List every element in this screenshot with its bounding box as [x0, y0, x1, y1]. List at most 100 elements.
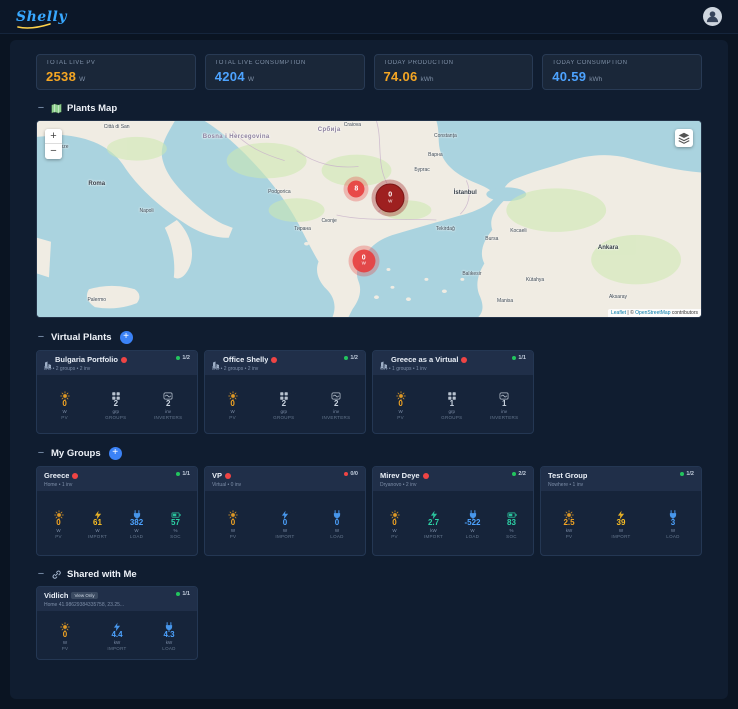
marker-value: W	[361, 260, 366, 266]
marker-value: W	[388, 198, 393, 204]
card-stat-label: PV	[397, 415, 404, 420]
collapse-virtual-plants-button[interactable]: −	[36, 332, 46, 343]
add-group-button[interactable]: +	[108, 447, 122, 460]
leaflet-link[interactable]: Leaflet	[611, 310, 626, 316]
zoom-in-button[interactable]: +	[45, 129, 62, 144]
card-header: Office Shelly BG • 2 groups • 2 inv 1/2	[205, 351, 365, 375]
shared-title: Shared with Me	[67, 569, 137, 580]
my-groups-row: Greece Home • 1 inv 1/1 0 W PV 61 W IMPORT 382 W LO…	[36, 466, 702, 556]
card-stats: 0 W PV 0 W IMPORT 0 W LOAD	[205, 491, 365, 555]
collapse-my-groups-button[interactable]: −	[36, 448, 46, 459]
layers-icon	[678, 132, 690, 144]
virtual-plant-card[interactable]: Greece as a Virtual GR • 1 groups • 1 inv…	[372, 350, 534, 434]
card-header: VP Virtual • 0 inv 0/0	[205, 467, 365, 491]
map-marker[interactable]: 8	[347, 180, 365, 198]
collapse-plants-map-button[interactable]: −	[36, 103, 46, 114]
plants-map-title: Plants Map	[67, 103, 118, 114]
my-groups-header: − My Groups +	[36, 447, 702, 460]
card-stat: 0 W PV	[46, 507, 72, 539]
status-dot	[176, 592, 181, 596]
map-layers-button[interactable]	[675, 129, 693, 147]
status-count: 2/2	[518, 471, 526, 477]
map-icon	[51, 103, 62, 114]
plug-icon	[164, 619, 174, 633]
card-stat: 57% SOC	[163, 507, 189, 539]
group-card[interactable]: VP Virtual • 0 inv 0/0 0 W PV 0 W IMPORT 0 W LOAD	[204, 466, 366, 556]
user-avatar-button[interactable]	[703, 7, 722, 26]
building-icon	[44, 356, 52, 368]
status-indicator: 1/2	[344, 355, 358, 361]
status-indicator: 1/1	[176, 591, 190, 597]
card-stat-label: GROUPS	[273, 415, 295, 420]
status-count: 0/0	[350, 471, 358, 477]
card-stat-label: PV	[229, 534, 237, 539]
card-stat-label: PV	[565, 534, 573, 539]
plants-map[interactable]: Città di SanFirenzeRomaNapoliPalermoBosn…	[36, 120, 702, 318]
inverter-icon	[499, 388, 509, 400]
status-indicator: 1/2	[680, 471, 694, 477]
status-dot	[176, 356, 181, 360]
card-stat: 2.7 kW IMPORT	[421, 507, 447, 539]
card-subtitle: Home 41.98629384335758, 23.25...	[44, 602, 125, 608]
alert-badge	[422, 472, 429, 479]
shared-plant-card[interactable]: Vidlich View Only Home 41.98629384335758, …	[36, 586, 198, 660]
group-card[interactable]: Greece Home • 1 inv 1/1 0 W PV 61 W IMPORT 382 W LO…	[36, 466, 198, 556]
shared-row: Vidlich View Only Home 41.98629384335758, …	[36, 586, 702, 660]
status-indicator: 0/0	[344, 471, 358, 477]
logo-swoosh-icon	[17, 22, 51, 29]
card-stat: 2.5 kW PV	[556, 507, 582, 539]
card-stat-label: PV	[55, 534, 62, 539]
card-title: Greece as a Virtual	[391, 355, 459, 364]
map-marker[interactable]: 0W	[352, 249, 376, 273]
card-stat-label: GROUPS	[105, 415, 127, 420]
card-header: Greece Home • 1 inv 1/1	[37, 467, 197, 491]
card-stat: 4.3 kW LOAD	[156, 619, 182, 651]
status-count: 1/2	[182, 355, 190, 361]
battery-icon	[171, 507, 181, 518]
groups-icon	[279, 388, 289, 400]
status-indicator: 2/2	[512, 471, 526, 477]
card-stat-unit: grp	[280, 409, 288, 414]
battery-icon	[507, 507, 517, 518]
sun-icon	[53, 507, 64, 520]
virtual-plant-card[interactable]: Bulgaria Portfolio BG • 2 groups • 2 inv 1…	[36, 350, 198, 434]
summary-stat-value: 40.59	[552, 69, 587, 84]
card-stat-unit: W	[134, 528, 139, 533]
plants-map-section: − Plants Map Città di San Roma Napoli Pa…	[36, 103, 702, 318]
card-subtitle: Virtual • 0 inv	[212, 482, 242, 488]
card-stat: 382 W LOAD	[124, 507, 150, 539]
summary-stat-card: TODAY CONSUMPTION 40.59 kWh	[542, 54, 702, 90]
bolt-icon	[112, 619, 122, 632]
card-stat-unit: kW	[113, 640, 121, 645]
virtual-plants-header: − Virtual Plants +	[36, 331, 702, 344]
groups-icon	[111, 388, 121, 400]
card-subtitle: BG • 2 groups • 2 inv	[44, 366, 91, 372]
summary-stats-row: TOTAL LIVE PV 2538 W TOTAL LIVE CONSUMPTION…	[36, 54, 702, 90]
sun-icon	[395, 388, 406, 401]
shared-header: − Shared with Me	[36, 569, 702, 581]
card-stat: 0 W PV	[388, 388, 414, 420]
add-virtual-plant-button[interactable]: +	[119, 331, 133, 344]
card-title: Greece	[44, 471, 70, 480]
plug-icon	[132, 507, 142, 521]
summary-stat-label: TODAY PRODUCTION	[383, 60, 454, 66]
card-stats: 0 W PV 2.7 kW IMPORT -522 W LOAD 83% SOC	[373, 491, 533, 555]
card-stat-label: IMPORT	[87, 534, 108, 539]
map-marker[interactable]: 0W	[375, 183, 405, 213]
plug-icon	[668, 507, 678, 521]
zoom-out-button[interactable]: −	[45, 144, 62, 159]
virtual-plant-card[interactable]: Office Shelly BG • 2 groups • 2 inv 1/2 0 W P…	[204, 350, 366, 434]
card-stat-label: INVERTERS	[490, 415, 519, 420]
group-card[interactable]: Mirev Deye Dryanovo • 2 inv 2/2 0 W PV 2.7 kW IM…	[372, 466, 534, 556]
osm-link[interactable]: OpenStreetMap	[635, 310, 670, 316]
summary-stat-label: TODAY CONSUMPTION	[552, 60, 628, 66]
inverter-icon	[163, 388, 173, 400]
group-card[interactable]: Test Group Nowhere • 1 inv 1/2 2.5 kW PV 39 W IM…	[540, 466, 702, 556]
app-logo[interactable]: Shelly	[16, 8, 67, 29]
plug-icon	[468, 507, 478, 521]
view-only-badge: View Only	[71, 592, 98, 599]
collapse-shared-button[interactable]: −	[36, 569, 46, 580]
alert-badge	[461, 356, 468, 363]
card-stat-label: IMPORT	[107, 646, 127, 651]
bolt-icon	[616, 507, 626, 520]
